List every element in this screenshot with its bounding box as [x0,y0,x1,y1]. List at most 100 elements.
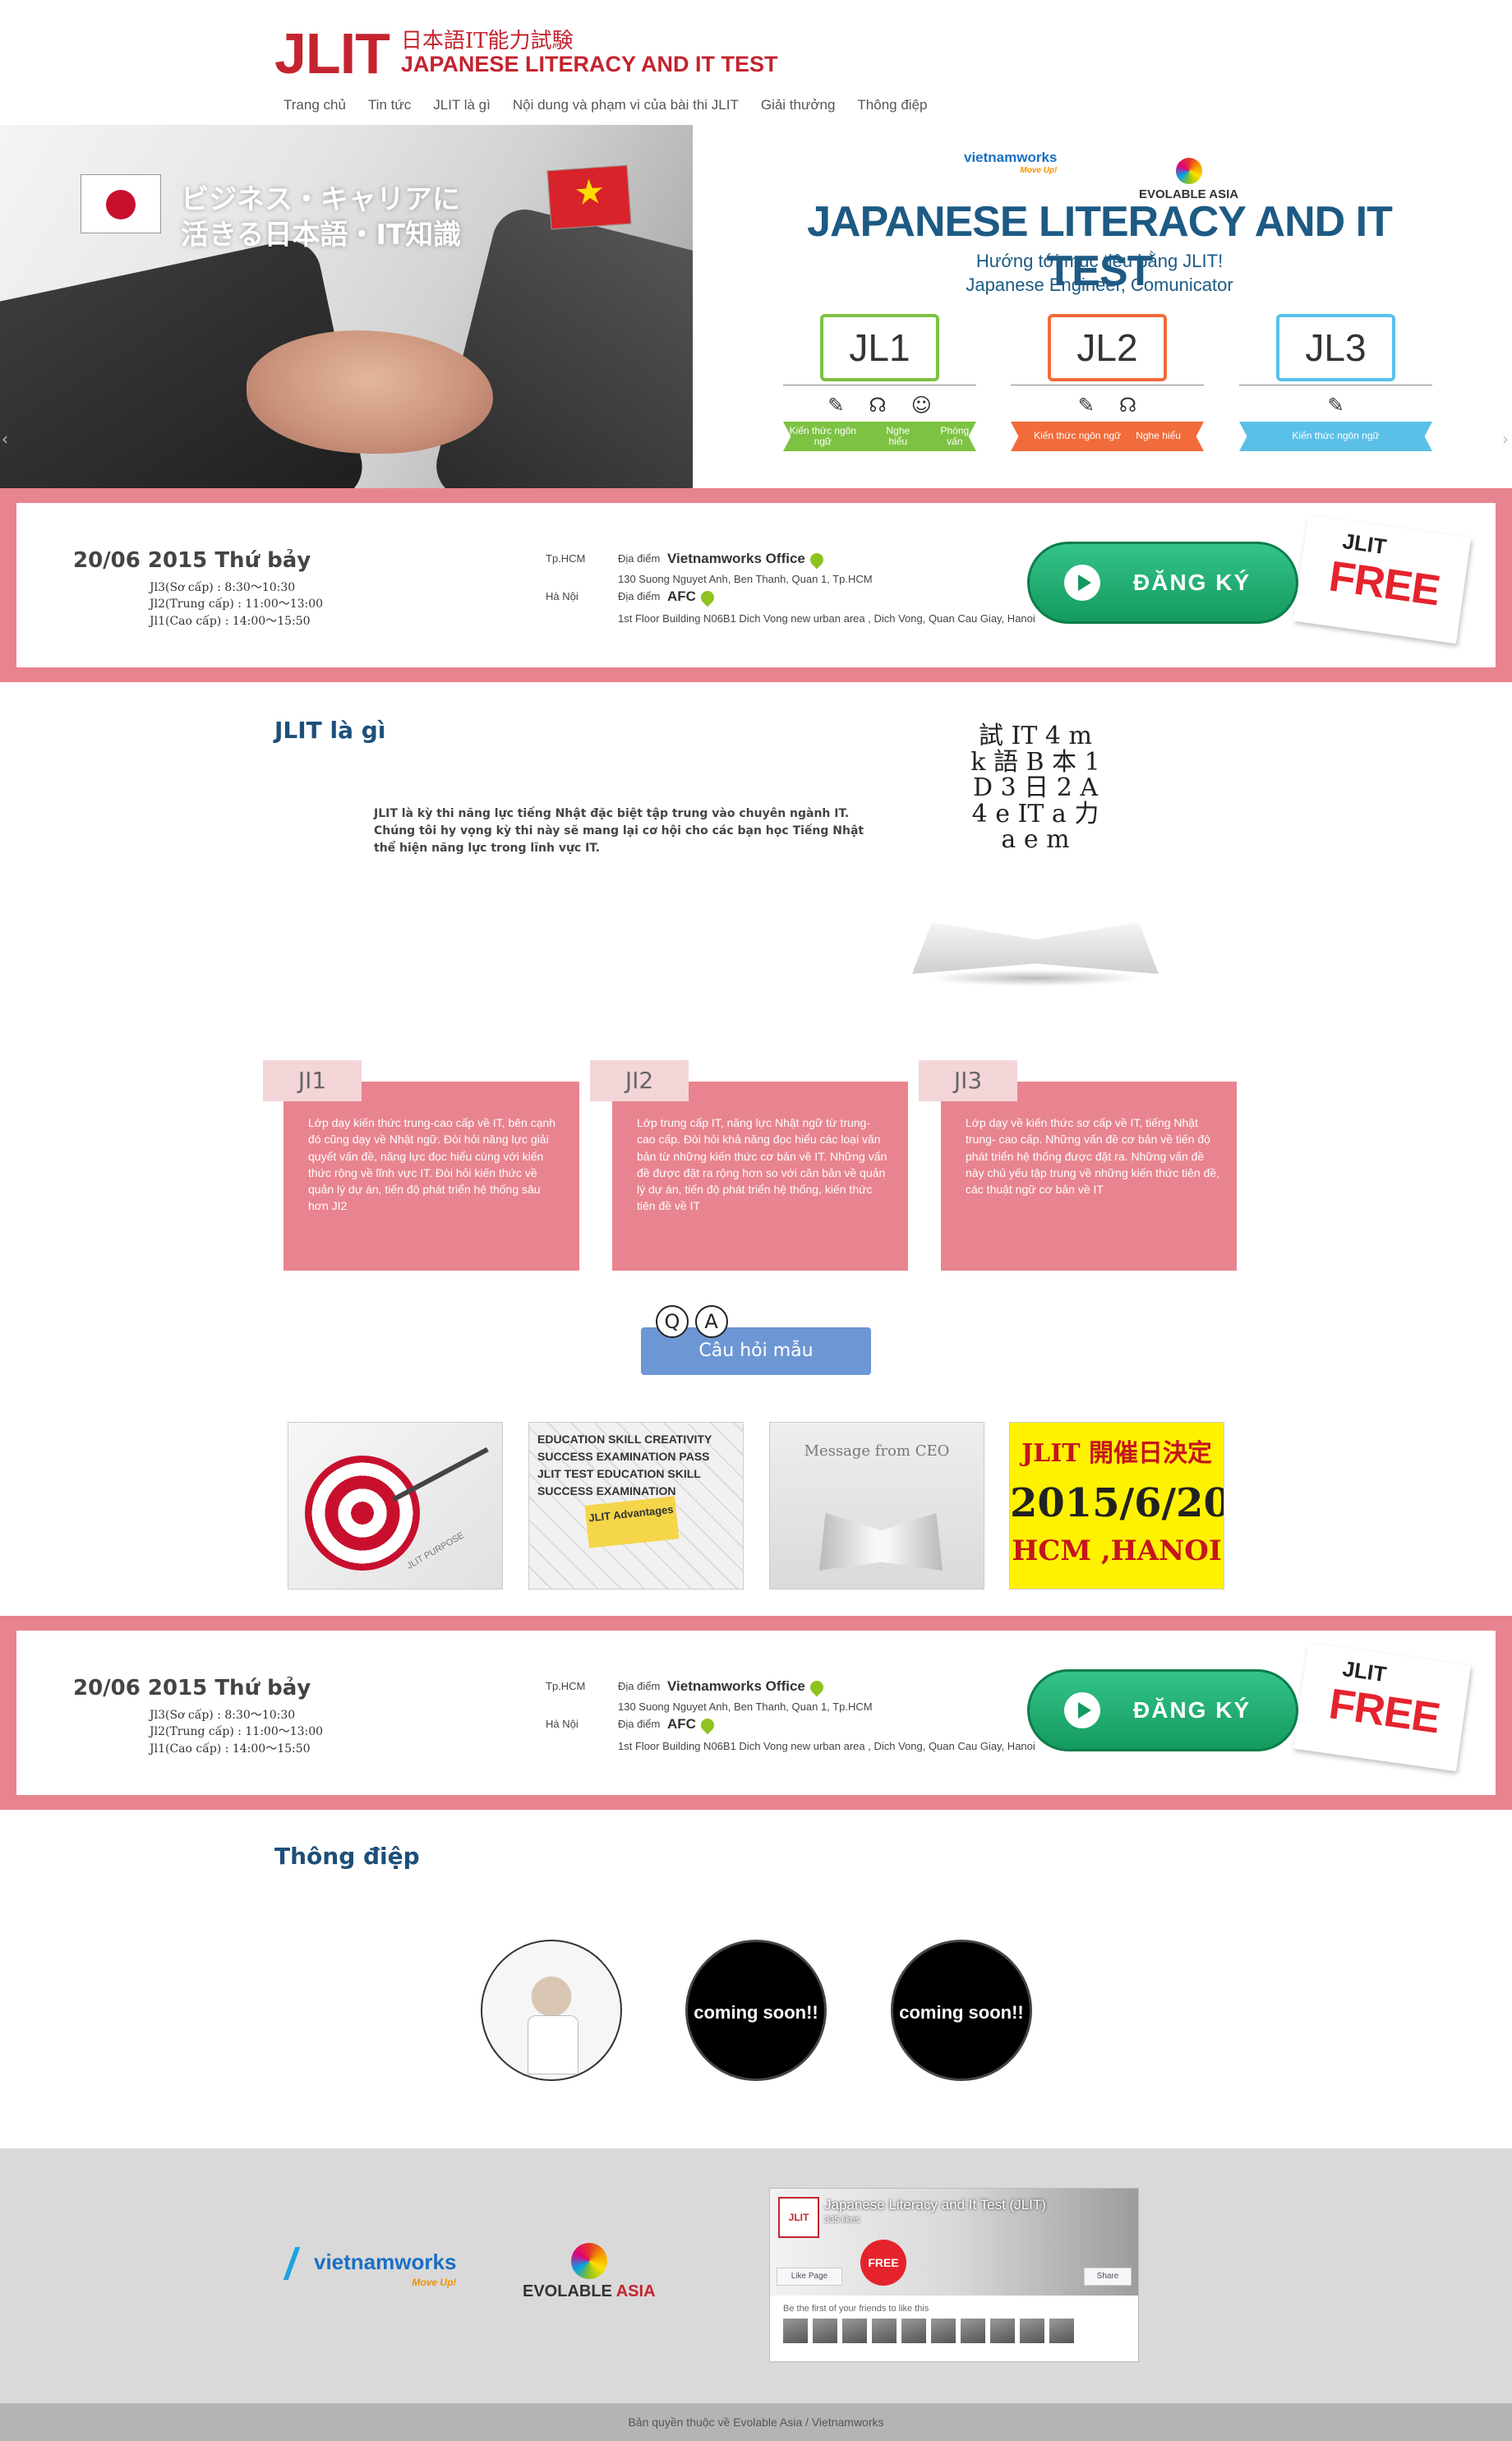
location-row: Hà Nội Địa điểm AFC [546,588,1055,610]
venue-name: Vietnamworks Office [667,551,805,566]
avatar[interactable] [961,2319,985,2343]
venue-name: AFC [667,588,696,604]
place-label: Địa điểm [618,590,661,602]
site-logo[interactable]: JLIT 日本語IT能力試験 JAPANESE LITERACY AND IT … [274,25,777,82]
event-date: 20/06 2015 Thứ bảy [73,1676,311,1700]
page: JLIT 日本語IT能力試験 JAPANESE LITERACY AND IT … [0,0,1512,2441]
footer-vietnamworks-logo[interactable]: vietnamworks Move Up! [283,2247,457,2288]
ceo-avatar[interactable] [481,1940,622,2081]
thumb-purpose[interactable]: JLIT PURPOSE [288,1422,503,1590]
handshake-photo: ビジネス・キャリアに 活きる日本語・IT知識 [0,125,693,488]
nav-home[interactable]: Trang chủ [284,97,346,113]
event-times: Jl3(Sơ cấp) : 8:30〜10:30 Jl2(Trung cấp) … [150,1707,323,1757]
hero-catchphrase: ビジネス・キャリアに 活きる日本語・IT知識 [181,182,526,252]
fb-friends-text: Be the first of your friends to like thi… [783,2304,929,2314]
avatar[interactable] [842,2319,867,2343]
event-date: 20/06 2015 Thứ bảy [73,548,311,573]
time-jl1: Jl1(Cao cấp) : 14:00〜15:50 [150,1742,311,1756]
vietnamworks-text: vietnamworks [964,150,1058,165]
nav-content[interactable]: Nội dung và phạm vi của bài thi JLIT [513,97,739,113]
nav-message[interactable]: Thông điệp [857,97,927,113]
venue-hcm[interactable]: Vietnamworks Office [667,550,827,569]
thumb-advantages-words: EDUCATION SKILL CREATIVITY SUCCESS EXAMI… [537,1433,712,1497]
avatar[interactable] [1020,2319,1044,2343]
register-button[interactable]: ĐĂNG KÝ [1027,1669,1298,1751]
register-button[interactable]: ĐĂNG KÝ [1027,542,1298,624]
exam-date-title: JLIT 開催日決定 [1021,1439,1213,1468]
nav-about[interactable]: JLIT là gì [433,97,491,113]
handshake [247,330,493,454]
avatar[interactable] [783,2319,808,2343]
exam-date: 2015/6/20 [1010,1480,1224,1526]
slider-next-icon[interactable]: › [1502,429,1512,449]
city-hcm: Tp.HCM [546,1680,586,1692]
thumb-ceo-message[interactable]: Message from CEO [769,1422,984,1590]
level-jl3: JL3 ✎ Kiến thức ngôn ngữ [1239,314,1432,451]
card-jl2: Lớp trung cấp IT, năng lực Nhật ngữ từ t… [612,1082,908,1271]
nav-news[interactable]: Tin tức [368,97,411,113]
level-jl1: JL1 ✎ ☊ ☺ Kiến thức ngôn ngữ Nghe hiểu P… [783,314,976,451]
book-pages [912,922,1159,974]
footer-vnw-tagline: Move Up! [412,2277,457,2288]
level-ribbon: Kiến thức ngôn ngữ [1239,422,1432,451]
avatar[interactable] [901,2319,926,2343]
fb-page-logo: JLIT [778,2197,819,2238]
avatar[interactable] [931,2319,956,2343]
ribbon-listening: Nghe hiểu [1136,430,1181,442]
map-pin-icon[interactable] [698,1715,717,1734]
venue-hanoi[interactable]: AFC [667,1715,717,1734]
evolable-asia-icon [1175,158,1202,184]
level-icons: ✎ ☊ [1011,394,1204,417]
venue-hanoi[interactable]: AFC [667,588,717,607]
time-jl2: Jl2(Trung cấp) : 11:00〜13:00 [150,598,324,611]
reading-icon: ✎ [827,394,845,417]
fb-like-page-button[interactable]: Like Page [777,2268,842,2286]
address-hcm: 130 Suong Nguyet Anh, Ben Thanh, Quan 1,… [618,1700,873,1713]
venue-name: AFC [667,1716,696,1732]
venue-hcm[interactable]: Vietnamworks Office [667,1677,827,1696]
footer-evolable-asia-logo[interactable]: EVOLABLE ASIA [523,2243,656,2301]
avatar[interactable] [990,2319,1015,2343]
avatar[interactable] [813,2319,837,2343]
place-label: Địa điểm [618,1680,661,1692]
place-label: Địa điểm [618,1718,661,1730]
about-title: JLIT là gì [274,717,386,744]
q-bubble: Q [656,1305,689,1338]
register-label: ĐĂNG KÝ [1133,570,1252,595]
fb-share-button[interactable]: Share [1084,2268,1132,2286]
avatar[interactable] [1049,2319,1074,2343]
event-band: 20/06 2015 Thứ bảy Jl3(Sơ cấp) : 8:30〜10… [0,488,1512,682]
map-pin-icon[interactable] [807,550,827,569]
thumb-advantages[interactable]: EDUCATION SKILL CREATIVITY SUCCESS EXAMI… [528,1422,744,1590]
level-jl2: JL2 ✎ ☊ Kiến thức ngôn ngữ Nghe hiểu [1011,314,1204,451]
address-hanoi: 1st Floor Building N06B1 Dich Vong new u… [618,1740,1035,1752]
coming-soon-circle[interactable]: coming soon!! [685,1940,827,2081]
card-tab-jl2: JI2 [590,1060,689,1101]
time-jl2: Jl2(Trung cấp) : 11:00〜13:00 [150,1725,324,1739]
evolable-asia-logo: EVOLABLE ASIA [1139,158,1238,201]
address-hcm: 130 Suong Nguyet Anh, Ben Thanh, Quan 1,… [618,573,873,585]
headphones-icon: ☊ [869,394,887,417]
play-icon [1064,1692,1100,1728]
map-pin-icon[interactable] [807,1677,827,1696]
logo-mark: JLIT [274,21,390,85]
vietnamworks-tagline: Move Up! [1020,166,1058,175]
open-book-icon [819,1513,943,1571]
coming-soon-circle[interactable]: coming soon!! [891,1940,1032,2081]
level-badges: JL1 ✎ ☊ ☺ Kiến thức ngôn ngữ Nghe hiểu P… [783,314,1457,478]
event-locations: Tp.HCM Địa điểm Vietnamworks Office 130 … [546,1677,1055,1752]
nav-awards[interactable]: Giải thưởng [761,97,836,113]
main-nav: Trang chủ Tin tức JLIT là gì Nội dung và… [284,97,928,113]
ribbon-knowledge: Kiến thức ngôn ngữ [1292,430,1380,442]
a-bubble: A [694,1305,728,1338]
vietnamworks-logo: vietnamworks Move Up! [964,150,1057,175]
footer: vietnamworks Move Up! EVOLABLE ASIA JLIT… [0,2148,1512,2403]
fb-page-title[interactable]: Japanese Literacy and It Test (JLIT) [824,2197,1046,2213]
map-pin-icon[interactable] [698,588,717,607]
thumb-exam-date[interactable]: JLIT 開催日決定 2015/6/20 HCM ,HANOI [1009,1422,1224,1590]
avatar[interactable] [872,2319,897,2343]
city-hanoi: Hà Nội [546,590,579,602]
slider-prev-icon[interactable]: ‹ [2,429,12,449]
facebook-page-widget[interactable]: JLIT Japanese Literacy and It Test (JLIT… [769,2188,1139,2362]
logo-english: JAPANESE LITERACY AND IT TEST [400,52,778,77]
